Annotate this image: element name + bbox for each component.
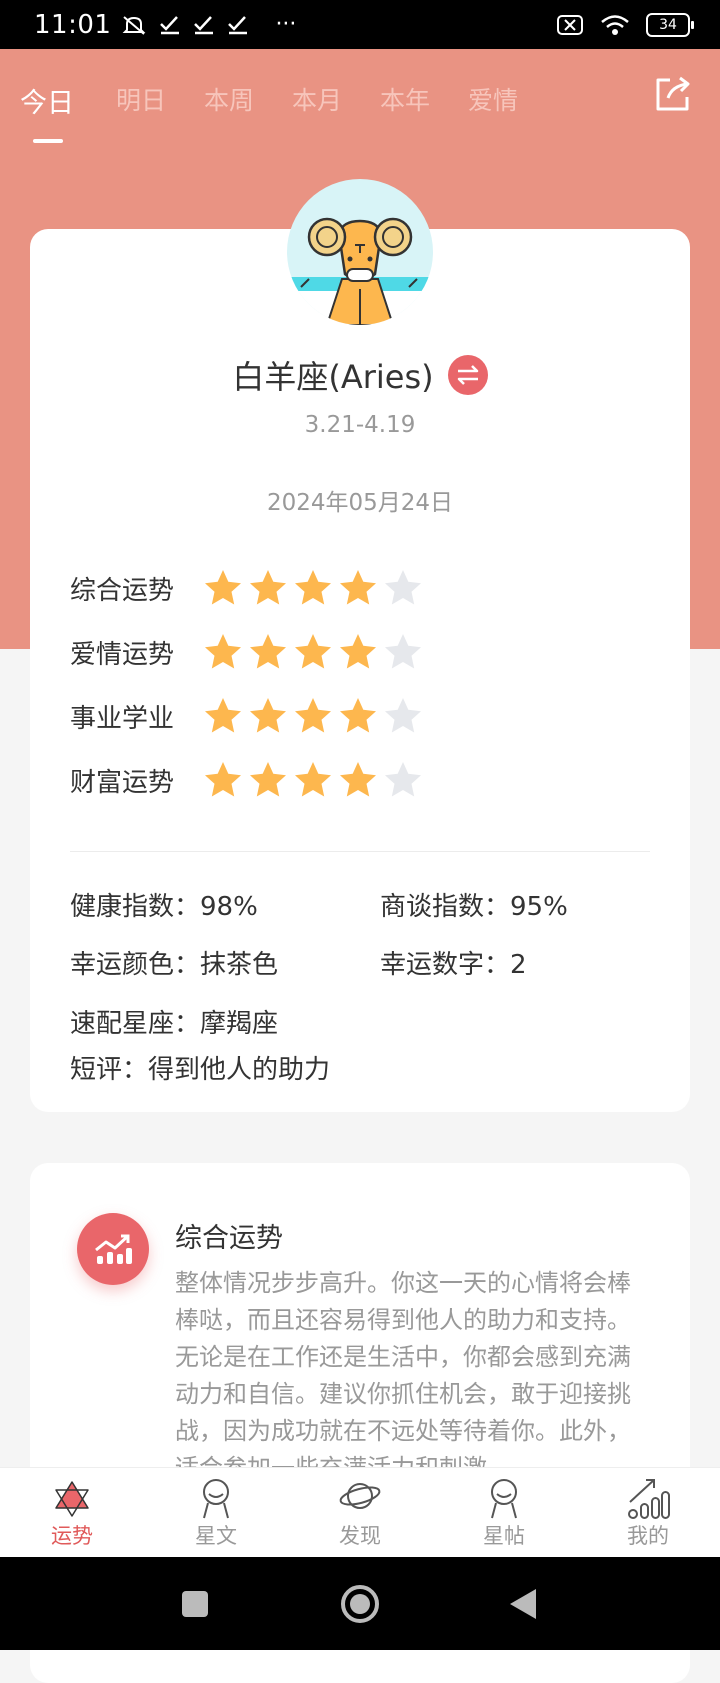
chart-icon: [628, 1479, 670, 1519]
lucky-color: 幸运颜色：抹茶色: [70, 950, 279, 980]
aries-ram-icon: [287, 217, 433, 325]
star-filled-icon: [205, 634, 241, 669]
system-navigation-bar: [0, 1557, 720, 1650]
nav-mine[interactable]: 我的: [598, 1476, 698, 1550]
star-empty-icon: [385, 698, 421, 733]
nav-label: 我的: [627, 1524, 669, 1548]
star-filled-icon: [250, 570, 286, 605]
star-filled-icon: [295, 570, 331, 605]
tab-tomorrow[interactable]: 明日: [116, 81, 166, 117]
status-time: 11:01: [34, 9, 112, 40]
planet-icon: [339, 1483, 381, 1509]
star-filled-icon: [205, 762, 241, 797]
nav-label: 星帖: [483, 1524, 525, 1548]
battery-icon: 34: [646, 12, 694, 37]
star-filled-icon: [250, 698, 286, 733]
rating-row-wealth: 财富运势: [70, 755, 423, 805]
status-right: 34: [556, 0, 694, 49]
overall-fortune-title: 综合运势: [175, 1223, 283, 1254]
tab-year[interactable]: 本年: [380, 81, 430, 117]
nav-label: 星文: [195, 1524, 237, 1548]
star-rating: [203, 568, 423, 608]
star-rating: [203, 760, 423, 800]
star-filled-icon: [340, 698, 376, 733]
star-empty-icon: [385, 762, 421, 797]
star-filled-icon: [295, 698, 331, 733]
nav-discover[interactable]: 发现: [310, 1476, 410, 1550]
rating-label: 事业学业: [70, 703, 175, 734]
trend-chart-icon: [95, 1234, 132, 1264]
tab-week[interactable]: 本周: [204, 81, 254, 117]
sign-name-row: 白羊座(Aries): [0, 352, 720, 398]
nav-fortune[interactable]: 运势: [22, 1476, 122, 1550]
trend-badge: [77, 1213, 149, 1285]
business-index: 商谈指数：95%: [380, 892, 568, 922]
nav-posts[interactable]: 星帖: [454, 1476, 554, 1550]
star-filled-icon: [340, 570, 376, 605]
active-tab-indicator: [33, 139, 63, 143]
best-match-sign: 速配星座：摩羯座: [70, 1009, 279, 1039]
back-button-icon[interactable]: [508, 1587, 538, 1621]
aries-avatar: [287, 179, 433, 325]
star-filled-icon: [295, 634, 331, 669]
short-comment: 短评：得到他人的助力: [70, 1055, 331, 1085]
tab-today[interactable]: 今日: [20, 81, 74, 120]
rating-label: 财富运势: [70, 767, 175, 798]
nav-articles[interactable]: 星文: [166, 1476, 266, 1550]
star-filled-icon: [250, 762, 286, 797]
more-notifications-indicator: ···: [275, 12, 297, 37]
notification-icons: ···: [121, 12, 296, 37]
mute-bell-icon: [123, 15, 146, 35]
bottom-navigation: 运势 星文 发现 星帖 我的: [0, 1467, 720, 1558]
rating-label: 综合运势: [70, 575, 175, 606]
wifi-icon: [601, 14, 629, 35]
check-icon: [228, 15, 248, 34]
switch-sign-button[interactable]: [447, 355, 488, 395]
lucky-number: 幸运数字：2: [380, 950, 527, 980]
tab-month[interactable]: 本月: [292, 81, 342, 117]
star-filled-icon: [340, 634, 376, 669]
sim-off-icon: [557, 14, 583, 35]
home-button-icon[interactable]: [340, 1584, 380, 1624]
rating-row-love: 爱情运势: [70, 627, 423, 677]
star-filled-icon: [340, 762, 376, 797]
star-filled-icon: [205, 570, 241, 605]
rating-row-overall: 综合运势: [70, 563, 423, 613]
person-icon: [491, 1479, 517, 1519]
star-empty-icon: [385, 570, 421, 605]
fortune-date: 2024年05月24日: [266, 490, 454, 516]
star-rating: [203, 632, 423, 672]
recents-button-icon[interactable]: [181, 1590, 209, 1618]
star-empty-icon: [385, 634, 421, 669]
switch-arrows-icon: [457, 365, 478, 385]
status-bar: 11:01 ··· 34: [0, 0, 720, 49]
check-icon: [160, 15, 180, 34]
star-rating: [203, 696, 423, 736]
star-filled-icon: [295, 762, 331, 797]
divider: [70, 851, 650, 852]
rating-label: 爱情运势: [70, 639, 175, 670]
sign-name: 白羊座(Aries): [232, 358, 434, 396]
star-filled-icon: [205, 698, 241, 733]
nav-label: 发现: [339, 1524, 381, 1548]
sign-date-range: 3.21-4.19: [304, 412, 416, 438]
period-tabs: 今日 明日 本周 本月 本年 爱情: [0, 49, 720, 149]
share-icon[interactable]: [654, 76, 692, 112]
tab-love[interactable]: 爱情: [468, 81, 518, 117]
star-of-david-icon: [55, 1481, 89, 1517]
health-index: 健康指数：98%: [70, 892, 258, 922]
star-filled-icon: [250, 634, 286, 669]
check-icon: [194, 15, 214, 34]
overall-fortune-text: 整体情况步步高升。你这一天的心情将会棒棒哒，而且还容易得到他人的助力和支持。无论…: [175, 1269, 631, 1467]
rating-row-career: 事业学业: [70, 691, 423, 741]
nav-label: 运势: [51, 1524, 93, 1548]
person-icon: [203, 1479, 229, 1519]
